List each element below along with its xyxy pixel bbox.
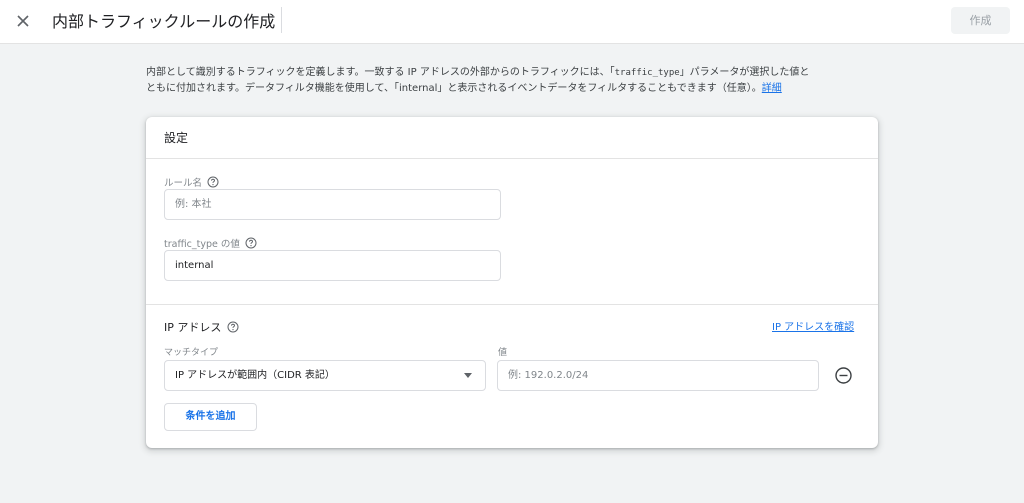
description-text: 内部として識別するトラフィックを定義します。一致する IP アドレスの外部からの…: [146, 65, 886, 97]
description-part1: 内部として識別するトラフィックを定義します。一致する IP アドレスの外部からの…: [146, 67, 615, 78]
ip-address-label: IP アドレス: [164, 319, 239, 335]
traffic-type-label: traffic_type の値: [164, 236, 257, 250]
help-icon[interactable]: [245, 237, 257, 249]
description-param-name: traffic_type: [614, 68, 680, 78]
ip-address-label-text: IP アドレス: [164, 321, 222, 334]
traffic-type-input[interactable]: [164, 250, 501, 281]
create-button[interactable]: 作成: [951, 7, 1010, 34]
match-type-selected-value: IP アドレスが範囲内（CIDR 表記）: [175, 370, 335, 381]
card-title: 設定: [164, 131, 189, 145]
learn-more-link[interactable]: 詳細: [762, 83, 782, 94]
help-icon[interactable]: [207, 176, 219, 188]
dropdown-arrow-icon: [464, 373, 472, 378]
description-part3: ともに付加されます。データフィルタ機能を使用して、「internal」と表示され…: [146, 83, 762, 94]
title-divider: [281, 7, 282, 33]
page-title: 内部トラフィックルールの作成: [52, 12, 276, 31]
match-type-select[interactable]: IP アドレスが範囲内（CIDR 表記）: [164, 360, 486, 391]
remove-circle-icon: [834, 366, 853, 385]
remove-condition-button[interactable]: [834, 366, 853, 385]
close-icon: [17, 15, 29, 27]
settings-card: 設定 ルール名 traffic_type の値 IP アドレス: [146, 117, 878, 448]
rule-name-input[interactable]: [164, 189, 501, 220]
match-type-label: マッチタイプ: [164, 348, 219, 358]
help-icon[interactable]: [227, 321, 239, 333]
ip-value-input[interactable]: [497, 360, 819, 391]
rule-name-label: ルール名: [164, 175, 219, 189]
top-bar: 内部トラフィックルールの作成 作成: [0, 0, 1024, 44]
description-part2: 」パラメータが選択した値と: [679, 67, 810, 78]
rule-name-label-text: ルール名: [164, 178, 203, 189]
add-condition-button[interactable]: 条件を追加: [164, 403, 257, 431]
check-ip-address-link[interactable]: IP アドレスを確認: [772, 318, 854, 333]
traffic-type-label-text: traffic_type の値: [164, 239, 240, 250]
card-header: 設定: [146, 117, 878, 159]
section-divider: [146, 304, 878, 305]
value-label: 値: [498, 348, 508, 358]
close-button[interactable]: [10, 8, 36, 34]
